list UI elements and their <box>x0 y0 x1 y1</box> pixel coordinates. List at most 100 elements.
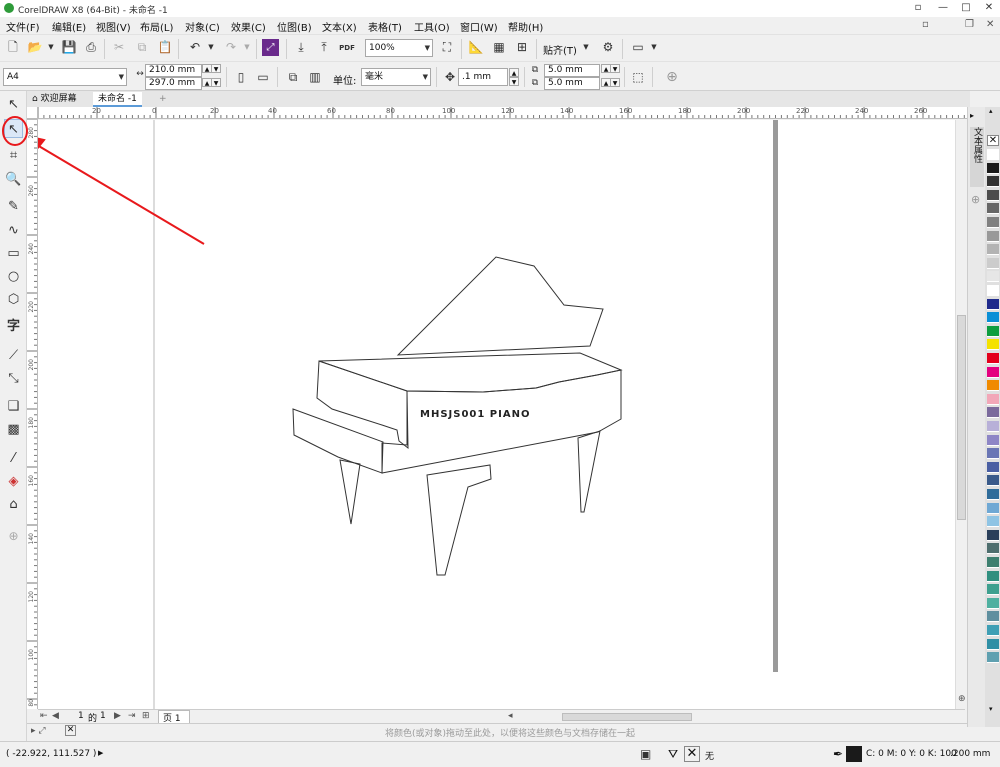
outline-color-swatch[interactable] <box>846 746 862 762</box>
show-guidelines-icon[interactable]: ⊞ <box>513 38 531 56</box>
vertical-scroll-thumb[interactable] <box>957 315 966 520</box>
text-tool-icon[interactable]: 字 <box>4 317 23 336</box>
dupy-spin-down[interactable]: ▼ <box>610 78 620 87</box>
palette-swatch[interactable] <box>987 475 999 487</box>
width-spin-down[interactable]: ▼ <box>211 64 221 73</box>
page-border-icon[interactable]: ⬚ <box>629 68 647 86</box>
last-page-icon[interactable]: ⇥ <box>128 711 136 721</box>
palette-swatch[interactable] <box>987 421 999 432</box>
palette-swatch[interactable] <box>987 557 999 568</box>
palette-swatch[interactable] <box>987 217 999 228</box>
menu-tools[interactable]: 工具(O) <box>414 19 450 34</box>
palette-swatch[interactable] <box>987 325 999 337</box>
palette-swatch[interactable] <box>987 380 999 392</box>
add-page-icon[interactable]: ⊞ <box>142 711 150 721</box>
snap-to-dropdown[interactable]: 贴齐(T) <box>543 42 577 57</box>
nudge-spin-up[interactable]: ▲ <box>509 68 519 77</box>
palette-swatch[interactable] <box>987 543 999 555</box>
palette-swatch[interactable] <box>987 244 999 256</box>
docker-text-properties-tab[interactable]: 文本属性 <box>970 127 984 187</box>
horizontal-scroll-thumb[interactable] <box>562 713 692 721</box>
show-grid-icon[interactable]: ▦ <box>490 38 508 56</box>
first-page-icon[interactable]: ⇤ <box>40 711 48 721</box>
paste-icon[interactable]: 📋 <box>156 38 174 56</box>
smart-fill-icon[interactable]: ⌂ <box>4 495 23 514</box>
palette-swatch[interactable] <box>987 638 999 650</box>
menu-object[interactable]: 对象(C) <box>185 19 220 34</box>
menu-window[interactable]: 窗口(W) <box>460 19 498 34</box>
tab-document[interactable]: 未命名 -1 <box>93 92 142 107</box>
palette-swatch[interactable] <box>987 611 999 623</box>
color-proof-icon[interactable]: ▣ <box>640 747 651 761</box>
palette-swatch[interactable] <box>987 298 999 310</box>
docker-add-icon[interactable]: ⊕ <box>971 193 980 206</box>
fill-bucket-icon[interactable]: ⛛ <box>668 747 678 762</box>
transparency-icon[interactable]: ▩ <box>4 420 23 439</box>
palette-swatch[interactable] <box>987 529 999 541</box>
menu-restore-icon[interactable]: ▫ <box>922 19 929 30</box>
palette-swatch[interactable] <box>987 434 999 446</box>
menu-edit[interactable]: 编辑(E) <box>52 19 86 34</box>
drop-shadow-icon[interactable]: ❑ <box>4 397 23 416</box>
corel-connect-icon[interactable]: ⤢ <box>262 39 279 56</box>
drawing-canvas[interactable]: MHSJS001 PIANO <box>38 120 965 709</box>
palette-swatch[interactable] <box>987 271 999 283</box>
palette-swatch[interactable] <box>987 502 999 514</box>
menu-bitmaps[interactable]: 位图(B) <box>277 19 312 34</box>
full-screen-icon[interactable]: ⛶ <box>438 38 456 56</box>
nudge-distance-field[interactable]: .1 mm <box>458 68 508 86</box>
palette-swatch[interactable] <box>987 584 999 596</box>
snap-dropdown-icon[interactable]: ▼ <box>577 38 595 56</box>
polygon-tool-icon[interactable]: ⬡ <box>4 290 23 309</box>
palette-swatch[interactable] <box>987 149 999 160</box>
palette-swatch[interactable] <box>987 230 999 242</box>
status-expand-icon[interactable]: ▶ <box>98 749 103 757</box>
launcher-dropdown-icon[interactable]: ▼ <box>645 38 663 56</box>
dupx-spin-down[interactable]: ▼ <box>610 64 620 73</box>
palette-swatch[interactable] <box>987 312 999 324</box>
vertical-scrollbar[interactable]: ⊕ <box>955 120 967 709</box>
menu-table[interactable]: 表格(T) <box>368 19 402 34</box>
docker-collapse-icon[interactable]: ▸ <box>970 111 974 120</box>
page-size-select[interactable]: A4 ▼ <box>3 68 127 86</box>
palette-swatch[interactable] <box>987 652 999 664</box>
portrait-icon[interactable]: ▯ <box>232 68 250 86</box>
redo-dropdown-icon[interactable]: ▼ <box>238 38 256 56</box>
menu-file[interactable]: 文件(F) <box>6 19 40 34</box>
palette-swatch[interactable] <box>987 203 999 215</box>
piano-lid[interactable] <box>396 256 604 356</box>
page-width-field[interactable]: 210.0 mm <box>145 64 202 77</box>
palette-swatch[interactable] <box>987 189 999 201</box>
units-select[interactable]: 毫米 ▼ <box>361 68 431 86</box>
palette-swatch[interactable] <box>987 162 999 174</box>
palette-menu-icon[interactable]: ▸ ⤢ <box>31 726 46 736</box>
zoom-tool-icon[interactable]: 🔍 <box>4 170 23 189</box>
copy-icon[interactable]: ⧉ <box>133 38 151 56</box>
doc-palette-none-icon[interactable]: ✕ <box>65 725 76 736</box>
palette-swatch[interactable] <box>987 366 999 378</box>
hscroll-left-icon[interactable]: ◂ <box>508 711 513 721</box>
piano-body-front[interactable] <box>381 369 622 474</box>
palette-swatch[interactable] <box>987 570 999 582</box>
palette-scroll-down-icon[interactable]: ▾ <box>989 705 993 713</box>
palette-swatch[interactable] <box>987 393 999 405</box>
piano-leg-right[interactable] <box>577 430 601 513</box>
no-color-swatch[interactable]: ✕ <box>987 135 999 146</box>
new-document-icon[interactable]: 🗋 <box>4 38 22 56</box>
save-icon[interactable]: 💾 <box>60 38 78 56</box>
fill-none-swatch[interactable]: ✕ <box>684 746 700 762</box>
artistic-media-icon[interactable]: ∿ <box>4 221 23 240</box>
close-button[interactable]: ✕ <box>978 0 1000 17</box>
duplicate-x-field[interactable]: 5.0 mm <box>544 64 600 77</box>
cut-icon[interactable]: ✂ <box>110 38 128 56</box>
palette-swatch[interactable] <box>987 625 999 636</box>
add-tool-plus-icon[interactable]: ⊕ <box>4 527 23 546</box>
show-rulers-icon[interactable]: 📐 <box>467 38 485 56</box>
zoom-canvas-icon[interactable]: ⊕ <box>958 694 966 704</box>
palette-swatch[interactable] <box>987 448 999 460</box>
all-pages-icon[interactable]: ⧉ <box>284 68 302 86</box>
palette-swatch[interactable] <box>987 407 999 419</box>
piano-leg-left[interactable] <box>339 459 361 525</box>
publish-pdf-icon[interactable]: PDF <box>338 39 356 57</box>
palette-swatch[interactable] <box>987 516 999 528</box>
